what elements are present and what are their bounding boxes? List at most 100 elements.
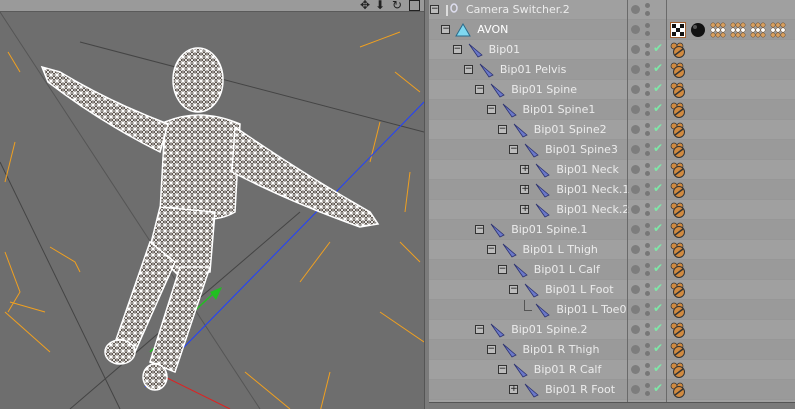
editor-render-toggle[interactable] [645, 123, 650, 137]
visibility-dot[interactable] [631, 185, 640, 194]
editor-render-toggle[interactable] [645, 103, 650, 117]
object-name[interactable]: Bip01 Neck.1 [556, 183, 629, 196]
object-row[interactable]: + Bip01 Neck ✔ [429, 160, 795, 180]
object-row[interactable]: − Bip01 Pelvis ✔ [429, 60, 795, 80]
visibility-dot[interactable] [631, 245, 640, 254]
material-icon[interactable] [710, 22, 726, 38]
object-row[interactable]: + Bip01 R Foot ✔ [429, 380, 795, 400]
maximize-icon[interactable] [409, 0, 420, 11]
object-name[interactable]: Bip01 R Calf [534, 363, 602, 376]
enabled-check-icon[interactable]: ✔ [653, 61, 663, 75]
visibility-dot[interactable] [631, 65, 640, 74]
editor-render-toggle[interactable] [645, 23, 650, 37]
object-name[interactable]: Bip01 R Thigh [523, 343, 600, 356]
editor-render-toggle[interactable] [645, 183, 650, 197]
visibility-dot[interactable] [631, 365, 640, 374]
collapse-icon[interactable]: − [497, 125, 507, 134]
object-name[interactable]: Bip01 Neck [556, 163, 619, 176]
sphere-material-icon[interactable] [690, 22, 706, 38]
object-name[interactable]: Camera Switcher.2 [466, 3, 570, 16]
object-row[interactable]: − AVON [429, 20, 795, 40]
enabled-check-icon[interactable]: ✔ [653, 361, 663, 375]
editor-render-toggle[interactable] [645, 163, 650, 177]
object-row[interactable]: + Bip01 Neck.2 ✔ [429, 200, 795, 220]
enabled-check-icon[interactable]: ✔ [653, 321, 663, 335]
collapse-icon[interactable]: − [486, 105, 496, 114]
expand-icon[interactable]: + [520, 205, 530, 214]
visibility-dot[interactable] [631, 225, 640, 234]
move-icon[interactable]: ✥ [360, 0, 370, 12]
ik-tag-icon[interactable] [670, 322, 686, 338]
enabled-check-icon[interactable]: ✔ [653, 121, 663, 135]
ik-tag-icon[interactable] [670, 202, 686, 218]
editor-render-toggle[interactable] [645, 83, 650, 97]
horizontal-scrollbar[interactable] [429, 402, 795, 409]
visibility-dot[interactable] [631, 125, 640, 134]
object-name[interactable]: Bip01 Neck.2 [556, 203, 629, 216]
ik-tag-icon[interactable] [670, 42, 686, 58]
column-divider[interactable] [666, 0, 667, 402]
visibility-dot[interactable] [631, 45, 640, 54]
object-name[interactable]: Bip01 Spine2 [534, 123, 607, 136]
editor-render-toggle[interactable] [645, 323, 650, 337]
editor-render-toggle[interactable] [645, 383, 650, 397]
object-row[interactable]: − Bip01 Spine ✔ [429, 80, 795, 100]
ik-tag-icon[interactable] [670, 162, 686, 178]
ik-tag-icon[interactable] [670, 62, 686, 78]
enabled-check-icon[interactable]: ✔ [653, 181, 663, 195]
visibility-dot[interactable] [631, 305, 640, 314]
object-row[interactable]: − Bip01 Spine3 ✔ [429, 140, 795, 160]
object-name[interactable]: Bip01 L Thigh [523, 243, 598, 256]
ik-tag-icon[interactable] [670, 222, 686, 238]
object-name[interactable]: AVON [477, 23, 508, 36]
object-name[interactable]: Bip01 R Foot [545, 383, 615, 396]
ik-tag-icon[interactable] [670, 362, 686, 378]
object-name[interactable]: Bip01 Pelvis [500, 63, 566, 76]
object-name[interactable]: Bip01 Spine [511, 83, 577, 96]
enabled-check-icon[interactable]: ✔ [653, 101, 663, 115]
editor-render-toggle[interactable] [645, 283, 650, 297]
collapse-icon[interactable]: − [486, 245, 496, 254]
visibility-dot[interactable] [631, 285, 640, 294]
enabled-check-icon[interactable]: ✔ [653, 221, 663, 235]
visibility-dot[interactable] [631, 25, 640, 34]
enabled-check-icon[interactable]: ✔ [653, 161, 663, 175]
visibility-dot[interactable] [631, 85, 640, 94]
visibility-dot[interactable] [631, 105, 640, 114]
editor-render-toggle[interactable] [645, 43, 650, 57]
enabled-check-icon[interactable]: ✔ [653, 81, 663, 95]
expand-icon[interactable]: + [520, 165, 530, 174]
collapse-icon[interactable]: − [441, 25, 451, 34]
collapse-icon[interactable]: − [452, 45, 462, 54]
object-name[interactable]: Bip01 Spine.2 [511, 323, 587, 336]
enabled-check-icon[interactable]: ✔ [653, 41, 663, 55]
object-row[interactable]: − Bip01 R Calf ✔ [429, 360, 795, 380]
ik-tag-icon[interactable] [670, 182, 686, 198]
editor-render-toggle[interactable] [645, 363, 650, 377]
object-name[interactable]: Bip01 [489, 43, 521, 56]
ik-tag-icon[interactable] [670, 122, 686, 138]
object-row[interactable]: + Bip01 Neck.1 ✔ [429, 180, 795, 200]
visibility-dot[interactable] [631, 265, 640, 274]
material-icon[interactable] [770, 22, 786, 38]
collapse-icon[interactable]: − [509, 285, 519, 294]
enabled-check-icon[interactable]: ✔ [653, 261, 663, 275]
collapse-icon[interactable]: − [497, 365, 507, 374]
object-name[interactable]: Bip01 L Calf [534, 263, 600, 276]
enabled-check-icon[interactable]: ✔ [653, 341, 663, 355]
material-icon[interactable] [730, 22, 746, 38]
ik-tag-icon[interactable] [670, 282, 686, 298]
object-name[interactable]: Bip01 L Toe0 [556, 303, 626, 316]
object-row[interactable]: Bip01 L Toe0 ✔ [429, 300, 795, 320]
ik-tag-icon[interactable] [670, 342, 686, 358]
ik-tag-icon[interactable] [670, 262, 686, 278]
enabled-check-icon[interactable]: ✔ [653, 141, 663, 155]
object-row[interactable]: − Bip01 Spine.2 ✔ [429, 320, 795, 340]
enabled-check-icon[interactable]: ✔ [653, 241, 663, 255]
collapse-icon[interactable]: − [463, 65, 473, 74]
editor-render-toggle[interactable] [645, 223, 650, 237]
editor-render-toggle[interactable] [645, 303, 650, 317]
editor-render-toggle[interactable] [645, 3, 650, 17]
visibility-dot[interactable] [631, 165, 640, 174]
object-row[interactable]: − Bip01 L Calf ✔ [429, 260, 795, 280]
